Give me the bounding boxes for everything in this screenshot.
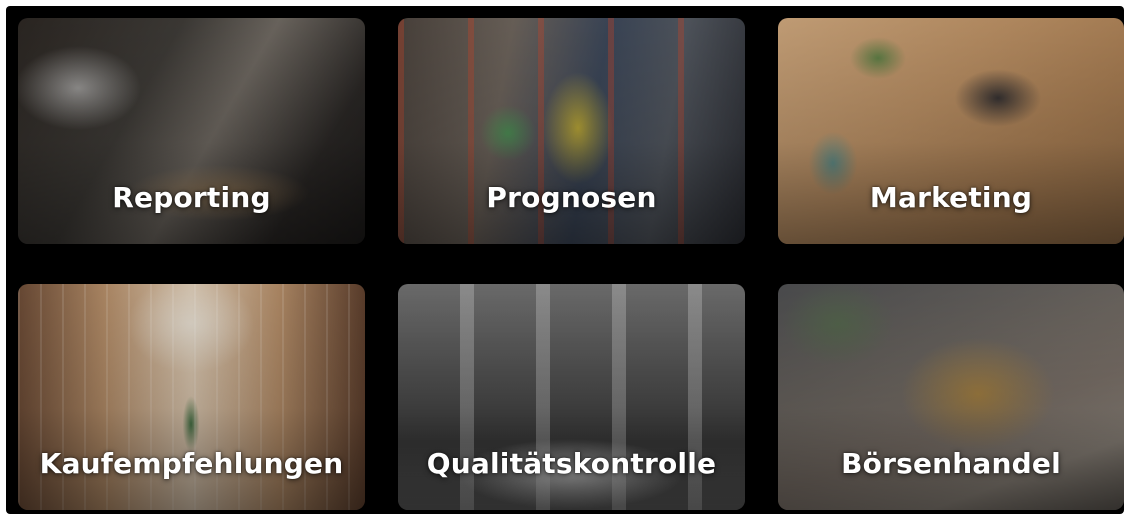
tile-label: Reporting (112, 181, 271, 214)
tile-label: Prognosen (486, 181, 657, 214)
tile-prognosen[interactable]: Prognosen (398, 18, 745, 244)
use-case-grid: Reporting Prognosen Marketing Kaufempfeh… (6, 6, 1124, 514)
tile-marketing[interactable]: Marketing (778, 18, 1124, 244)
tile-label: Qualitätskontrolle (426, 447, 717, 480)
tile-label: Marketing (869, 181, 1033, 214)
tile-label: Börsenhandel (841, 447, 1061, 480)
tile-label: Kaufempfehlungen (39, 447, 344, 480)
tile-reporting[interactable]: Reporting (18, 18, 365, 244)
tile-kaufempfehlungen[interactable]: Kaufempfehlungen (18, 284, 365, 510)
tile-qualitaetskontrolle[interactable]: Qualitätskontrolle (398, 284, 745, 510)
tile-boersenhandel[interactable]: Börsenhandel (778, 284, 1124, 510)
